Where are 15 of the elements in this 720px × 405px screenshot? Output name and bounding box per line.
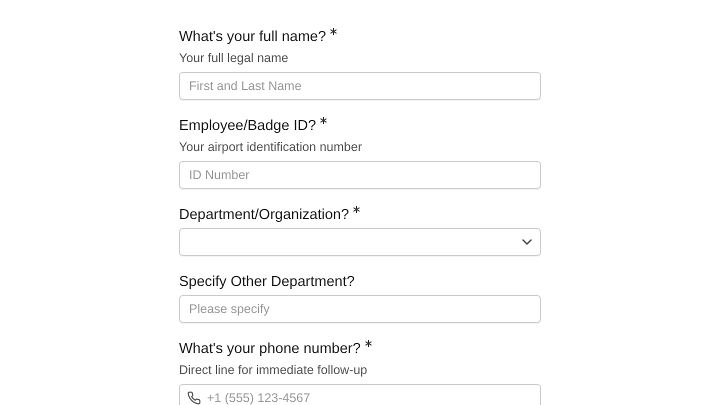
field-hint: Your airport identification number — [179, 139, 363, 156]
text-field[interactable]: ID Number — [179, 161, 541, 189]
field-label: Employee/Badge ID? — [179, 117, 316, 136]
field-label: What's your full name? — [179, 28, 326, 47]
field-label: What's your phone number? — [179, 340, 361, 359]
phone-icon — [187, 391, 201, 405]
text-field[interactable]: Please specify — [179, 295, 541, 323]
field-label: Specify Other Department? — [179, 273, 355, 292]
dropdown-field[interactable] — [179, 228, 541, 256]
chevron-down-icon — [522, 239, 532, 245]
phone-field[interactable]: +1 (555) 123-4567 — [179, 384, 541, 405]
text-field[interactable]: First and Last Name — [179, 72, 541, 100]
field-label: Department/Organization? — [179, 206, 350, 225]
field-hint: Your full legal name — [179, 50, 290, 67]
field-hint: Direct line for immediate follow-up — [179, 362, 368, 379]
